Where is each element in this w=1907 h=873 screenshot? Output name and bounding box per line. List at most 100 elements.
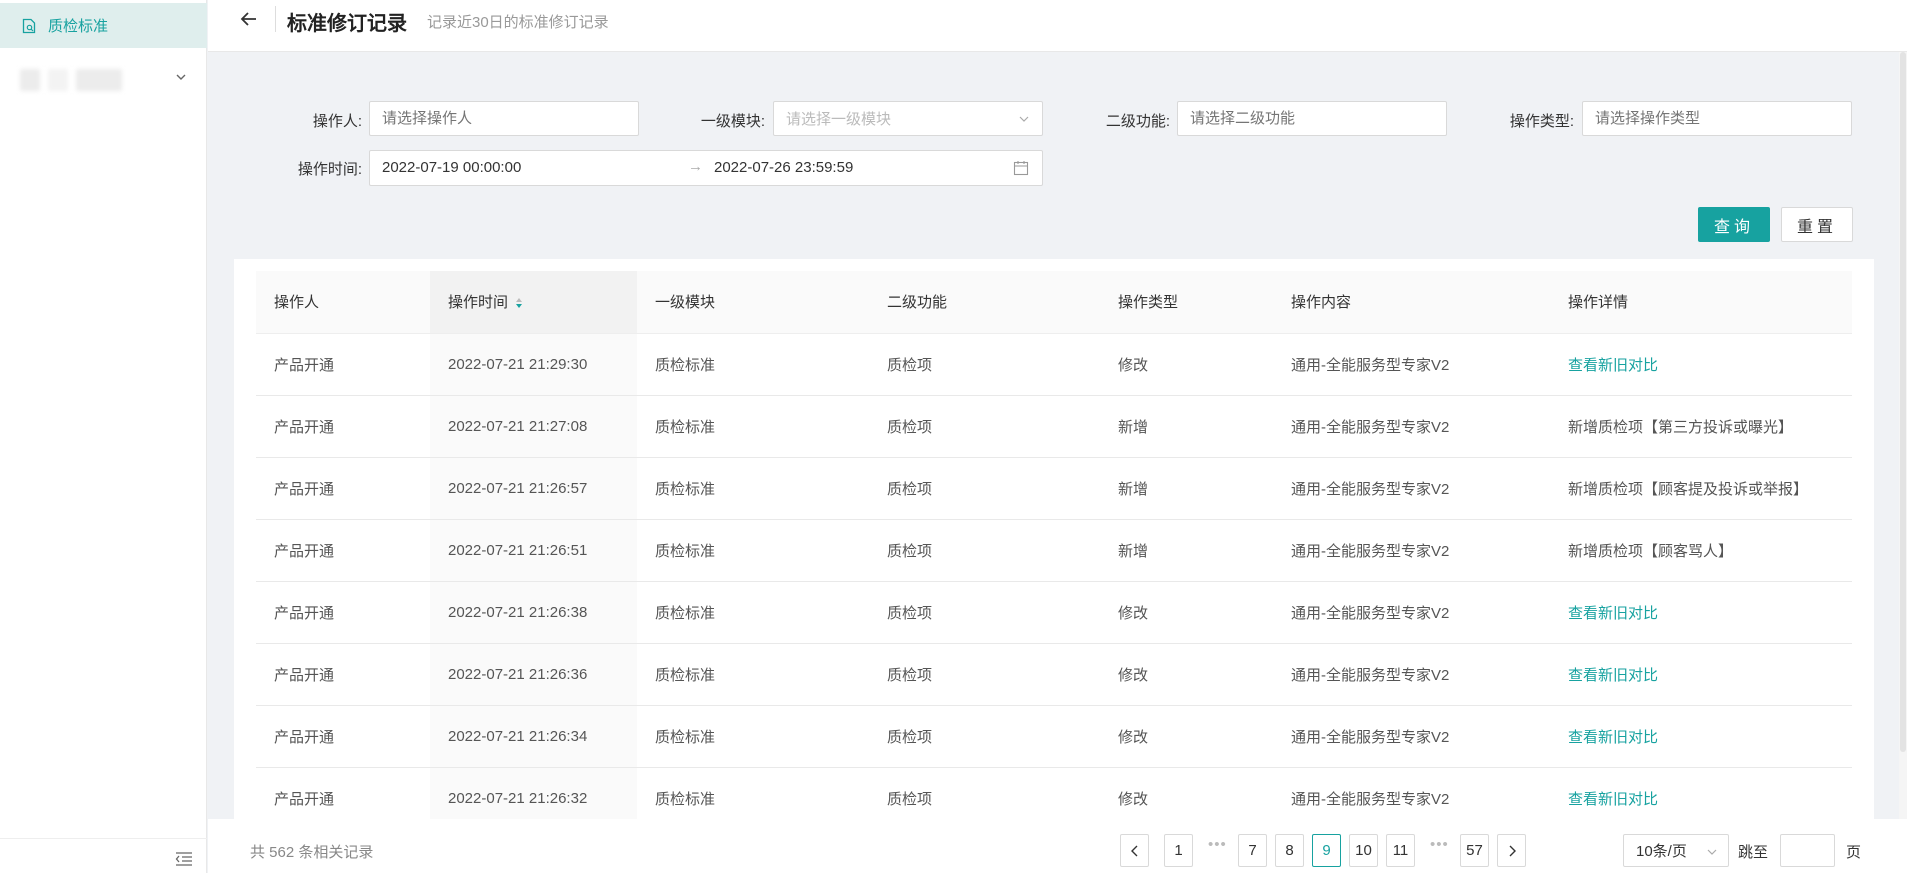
sidebar-item-blurred[interactable] [20,66,122,94]
table-cell: 产品开通 [256,767,430,819]
module-label: 一级模块: [700,113,765,130]
table-cell: 质检项 [869,705,1100,768]
table-row: 产品开通 2022-07-21 21:29:30 质检标准 质检项 修改 通用-全能服务型… [256,333,1852,396]
table-cell: 2022-07-21 21:26:57 [430,457,637,520]
query-button[interactable]: 查询 [1698,207,1770,242]
table-cell: 新增 [1100,395,1273,458]
table-cell: 新增质检项【第三方投诉或曝光】 [1550,395,1852,458]
page-header: 标准修订记录 记录近30日的标准修订记录 [208,0,1907,52]
operator-input[interactable] [369,101,639,136]
date-range-picker[interactable]: 2022-07-19 00:00:00 → 2022-07-26 23:59:5… [369,150,1043,186]
chevron-down-icon[interactable] [174,70,188,84]
pagination-bar: 共 562 条相关记录 1 ••• 7 8 9 10 11 ••• 57 10条… [208,819,1907,873]
column-header-sortable[interactable]: 操作时间 [430,271,637,334]
page-size-value: 10条/页 [1636,843,1687,860]
function-input[interactable] [1177,101,1447,136]
function-label: 二级功能: [1105,113,1170,130]
table-cell: 2022-07-21 21:26:51 [430,519,637,582]
pagination-ellipsis[interactable]: ••• [1430,836,1449,853]
compare-link[interactable]: 查看新旧对比 [1550,643,1852,706]
page-button-10[interactable]: 10 [1349,834,1378,867]
chevron-down-icon [1019,116,1029,122]
table-cell: 质检标准 [637,333,869,396]
compare-link[interactable]: 查看新旧对比 [1550,581,1852,644]
table-cell: 修改 [1100,643,1273,706]
scrollbar-thumb[interactable] [1900,52,1906,752]
column-header: 二级功能 [869,271,1100,334]
vertical-scrollbar[interactable] [1899,52,1907,819]
table-cell: 质检项 [869,581,1100,644]
chevron-down-icon [1707,849,1717,855]
sidebar-item-quality-standard[interactable]: 质检标准 [0,3,207,48]
next-page-button[interactable] [1497,834,1526,867]
table-cell: 质检项 [869,333,1100,396]
date-separator: → [688,158,703,175]
table-cell: 产品开通 [256,395,430,458]
jump-label: 跳至 [1738,844,1769,861]
page-button-1[interactable]: 1 [1164,834,1193,867]
column-header: 操作类型 [1100,271,1273,334]
table-cell: 产品开通 [256,581,430,644]
sidebar-item-label: 质检标准 [48,18,109,35]
table-cell: 2022-07-21 21:26:34 [430,705,637,768]
page-button-11[interactable]: 11 [1386,834,1415,867]
op-type-label: 操作类型: [1509,113,1574,130]
table-cell: 2022-07-21 21:29:30 [430,333,637,396]
table-cell: 质检项 [869,519,1100,582]
page-title: 标准修订记录 [287,13,407,35]
document-icon [22,18,36,33]
chevron-left-icon [1130,845,1137,856]
reset-button[interactable]: 重置 [1781,207,1853,242]
sort-icon[interactable] [514,296,524,310]
page-button-57[interactable]: 57 [1460,834,1489,867]
table-row: 产品开通 2022-07-21 21:26:51 质检标准 质检项 新增 通用-全能服务型… [256,519,1852,582]
compare-link[interactable]: 查看新旧对比 [1550,333,1852,396]
records-table: 操作人 操作时间 一级模块 二级功能 操作类型 操作内容 操作详情 产品开通 20… [256,271,1852,819]
page-button-7[interactable]: 7 [1238,834,1267,867]
compare-link[interactable]: 查看新旧对比 [1550,767,1852,819]
table-row: 产品开通 2022-07-21 21:27:08 质检标准 质检项 新增 通用-全能服务型… [256,395,1852,458]
table-cell: 2022-07-21 21:26:36 [430,643,637,706]
table-cell: 新增 [1100,457,1273,520]
table-cell: 质检标准 [637,581,869,644]
operator-label: 操作人: [312,113,362,130]
table-cell: 质检项 [869,457,1100,520]
table-cell: 修改 [1100,767,1273,819]
op-type-input[interactable] [1582,101,1852,136]
jump-page-input[interactable] [1780,834,1835,867]
collapse-menu-icon[interactable] [175,851,193,867]
divider [0,838,207,839]
table-cell: 产品开通 [256,643,430,706]
table-cell: 通用-全能服务型专家V2 [1273,581,1550,644]
table-cell: 产品开通 [256,519,430,582]
module-select-placeholder: 请选择一级模块 [786,111,892,128]
column-header: 操作详情 [1550,271,1852,334]
table-cell: 质检项 [869,643,1100,706]
table-cell: 质检标准 [637,395,869,458]
total-count: 共 562 条相关记录 [250,844,374,861]
divider [275,6,276,32]
table-row: 产品开通 2022-07-21 21:26:32 质检标准 质检项 修改 通用-全能服务型… [256,767,1852,819]
table-cell: 质检标准 [637,519,869,582]
column-header-label: 操作时间 [448,294,509,312]
table-cell: 通用-全能服务型专家V2 [1273,643,1550,706]
pagination-ellipsis[interactable]: ••• [1208,836,1227,853]
column-header: 一级模块 [637,271,869,334]
prev-page-button[interactable] [1120,834,1149,867]
compare-link[interactable]: 查看新旧对比 [1550,705,1852,768]
column-header: 操作人 [256,271,430,334]
page-size-select[interactable]: 10条/页 [1623,834,1729,867]
date-end[interactable]: 2022-07-26 23:59:59 [714,159,853,176]
page-suffix-label: 页 [1846,844,1862,861]
table-cell: 产品开通 [256,333,430,396]
page-button-9-current[interactable]: 9 [1312,834,1341,867]
page-button-8[interactable]: 8 [1275,834,1304,867]
calendar-icon[interactable] [1013,160,1029,176]
table-cell: 2022-07-21 21:26:32 [430,767,637,819]
date-start[interactable]: 2022-07-19 00:00:00 [382,159,521,176]
table-cell: 通用-全能服务型专家V2 [1273,767,1550,819]
page-subtitle: 记录近30日的标准修订记录 [427,14,609,31]
table-row: 产品开通 2022-07-21 21:26:36 质检标准 质检项 修改 通用-全能服务型… [256,643,1852,706]
module-select[interactable]: 请选择一级模块 [773,101,1043,136]
back-arrow-icon[interactable] [238,8,260,30]
